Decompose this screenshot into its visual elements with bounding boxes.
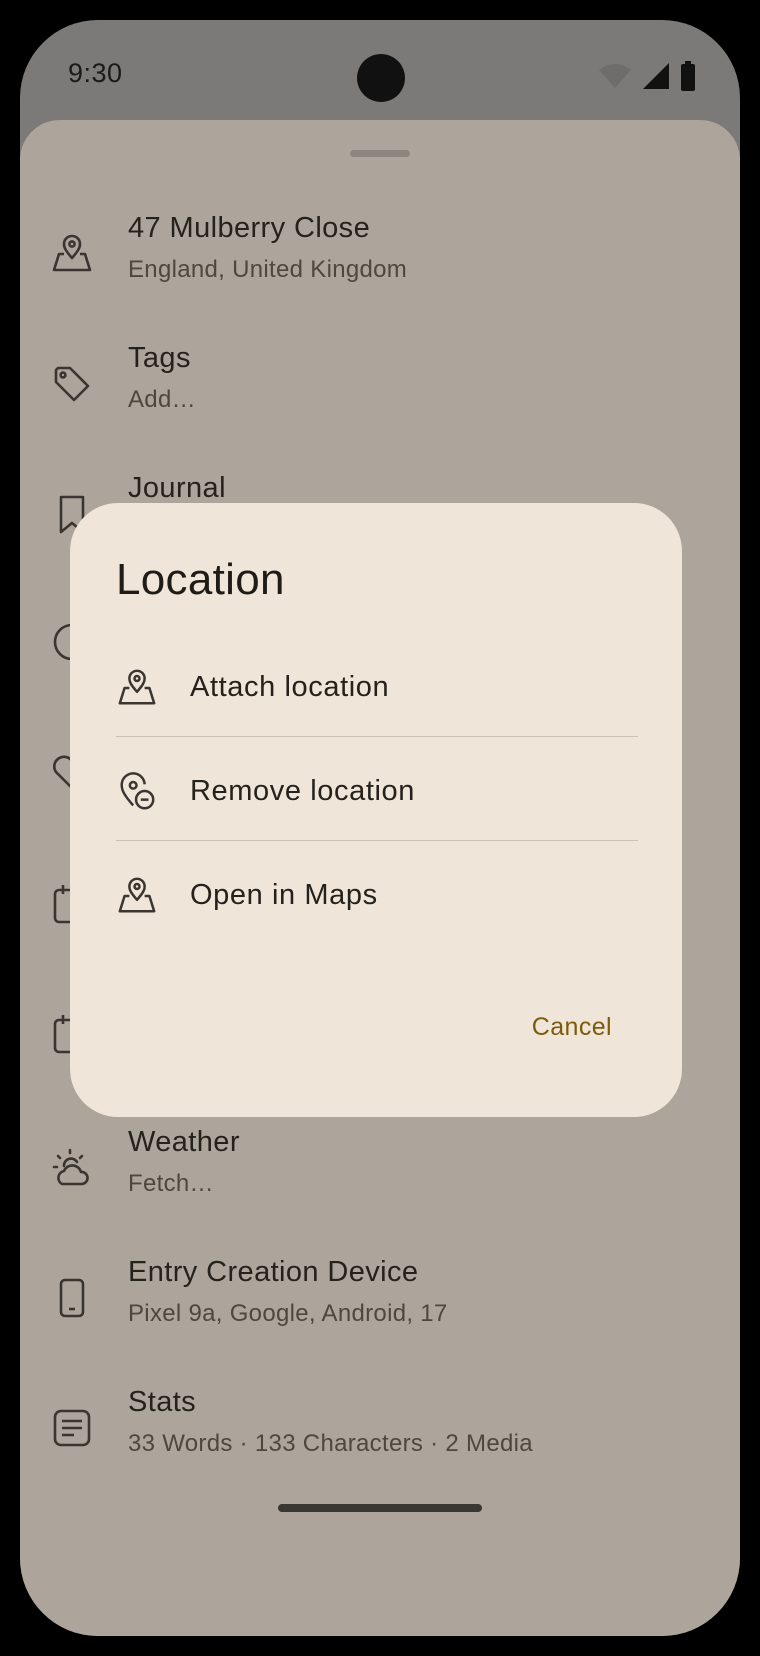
option-label: Remove location	[190, 775, 415, 807]
location-pin-icon	[116, 667, 158, 709]
screen: 9:30 47 Mulberry Close England, United K…	[20, 20, 740, 1636]
location-remove-icon	[116, 771, 158, 813]
row-subtitle: Add…	[128, 386, 196, 413]
camera-cutout	[357, 54, 405, 102]
row-title: Tags	[128, 342, 191, 374]
row-title: Entry Creation Device	[128, 1256, 419, 1288]
row-tags[interactable]: Tags Add…	[20, 324, 740, 444]
row-title: Journal	[128, 472, 226, 504]
drag-handle[interactable]	[350, 150, 410, 157]
status-bar: 9:30	[20, 20, 740, 130]
row-device[interactable]: Entry Creation Device Pixel 9a, Google, …	[20, 1238, 740, 1358]
row-subtitle: Pixel 9a, Google, Android, 17	[128, 1300, 448, 1327]
row-title: Weather	[128, 1126, 240, 1158]
attach-location-option[interactable]: Attach location	[116, 633, 638, 741]
signal-icon	[642, 62, 670, 90]
option-label: Attach location	[190, 671, 390, 703]
weather-icon	[50, 1146, 94, 1190]
row-subtitle: England, United Kingdom	[128, 256, 408, 283]
stats-icon	[50, 1406, 94, 1450]
location-pin-icon	[116, 875, 158, 917]
row-title: Stats	[128, 1386, 197, 1418]
battery-icon	[680, 61, 696, 91]
location-pin-icon	[50, 232, 94, 276]
cancel-button[interactable]: Cancel	[532, 1013, 612, 1042]
phone-frame: 9:30 47 Mulberry Close England, United K…	[0, 0, 760, 1656]
status-time: 9:30	[68, 58, 123, 88]
tag-icon	[50, 362, 94, 406]
remove-location-option[interactable]: Remove location	[116, 737, 638, 845]
row-location[interactable]: 47 Mulberry Close England, United Kingdo…	[20, 194, 740, 314]
wifi-icon	[598, 63, 632, 89]
home-indicator[interactable]	[278, 1504, 482, 1512]
phone-device-icon	[50, 1276, 94, 1320]
row-subtitle: 33 Words · 133 Characters · 2 Media	[128, 1430, 533, 1457]
row-subtitle: Fetch…	[128, 1170, 214, 1197]
row-stats[interactable]: Stats 33 Words · 133 Characters · 2 Medi…	[20, 1368, 740, 1488]
location-dialog: Location Attach location Remove location…	[70, 503, 682, 1117]
open-in-maps-option[interactable]: Open in Maps	[116, 841, 638, 949]
dialog-title: Location	[116, 555, 285, 604]
row-weather[interactable]: Weather Fetch…	[20, 1108, 740, 1228]
option-label: Open in Maps	[190, 879, 378, 911]
row-title: 47 Mulberry Close	[128, 212, 371, 244]
status-icons	[598, 60, 696, 92]
